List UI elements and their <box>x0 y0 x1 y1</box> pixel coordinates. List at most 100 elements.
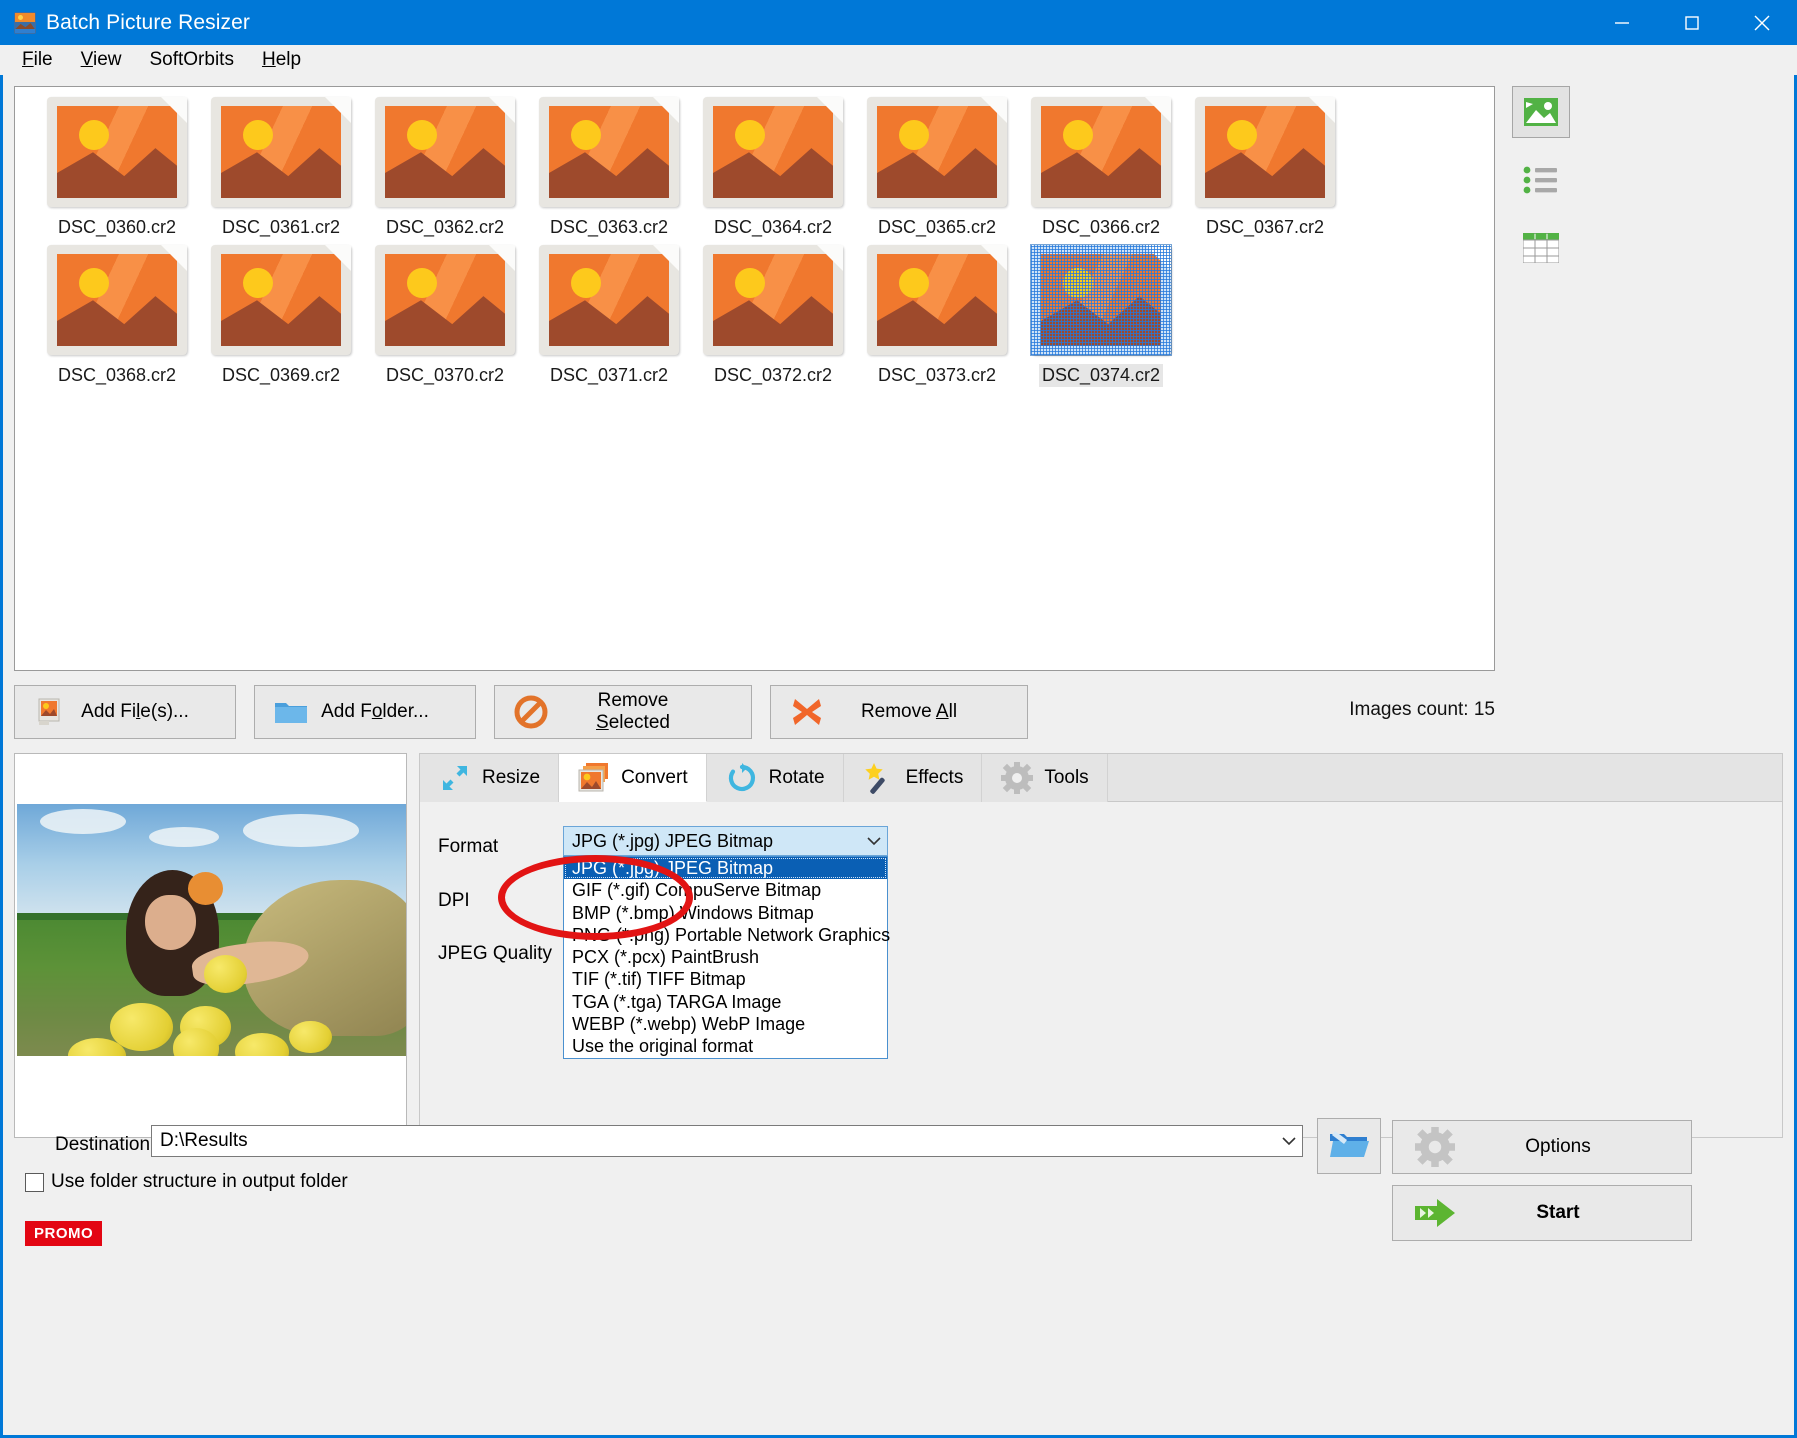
add-files-button[interactable]: Add File(s)... <box>14 685 236 739</box>
add-folder-button[interactable]: Add Folder... <box>254 685 476 739</box>
thumbnail-item[interactable]: DSC_0367.cr2 <box>1183 97 1347 239</box>
promo-badge[interactable]: PROMO <box>25 1221 102 1246</box>
thumbnail-label: DSC_0360.cr2 <box>55 216 179 239</box>
thumbnail-item[interactable]: DSC_0362.cr2 <box>363 97 527 239</box>
thumbnail-item[interactable]: DSC_0371.cr2 <box>527 245 691 387</box>
browse-folder-button[interactable] <box>1317 1118 1381 1174</box>
minimize-button[interactable] <box>1587 0 1657 45</box>
thumbnail-item[interactable]: DSC_0370.cr2 <box>363 245 527 387</box>
thumbnail-label: DSC_0370.cr2 <box>383 364 507 387</box>
thumbnail-label: DSC_0372.cr2 <box>711 364 835 387</box>
tab-effects[interactable]: Effects <box>844 754 983 802</box>
thumbnail-image[interactable] <box>867 97 1007 207</box>
thumbnail-label: DSC_0374.cr2 <box>1039 364 1163 387</box>
format-option[interactable]: GIF (*.gif) CompuServe Bitmap <box>564 879 887 901</box>
thumbnail-item[interactable]: DSC_0365.cr2 <box>855 97 1019 239</box>
thumbnail-image[interactable] <box>1031 97 1171 207</box>
remove-all-label: Remove All <box>835 701 1027 723</box>
thumbnail-item[interactable]: DSC_0363.cr2 <box>527 97 691 239</box>
format-option[interactable]: PNG (*.png) Portable Network Graphics <box>564 924 887 946</box>
menu-help-rest: elp <box>276 49 301 70</box>
menu-view-rest: iew <box>93 49 122 70</box>
tab-tools-label: Tools <box>1044 767 1088 789</box>
start-button[interactable]: Start <box>1392 1185 1692 1241</box>
window-controls <box>1587 0 1797 45</box>
thumbnail-image[interactable] <box>539 245 679 355</box>
thumbnail-image[interactable] <box>47 245 187 355</box>
thumbnail-item[interactable]: DSC_0374.cr2 <box>1019 245 1183 387</box>
menu-item-help[interactable]: Help <box>248 47 315 73</box>
thumbnail-image[interactable] <box>211 245 351 355</box>
thumbnail-image[interactable] <box>703 97 843 207</box>
thumbnail-item[interactable]: DSC_0369.cr2 <box>199 245 363 387</box>
format-dropdown-list[interactable]: JPG (*.jpg) JPEG BitmapGIF (*.gif) Compu… <box>563 856 888 1059</box>
tab-rotate[interactable]: Rotate <box>707 754 844 802</box>
menu-item-softorbits[interactable]: SoftOrbits <box>135 47 247 73</box>
thumbnail-label: DSC_0363.cr2 <box>547 216 671 239</box>
dpi-label: DPI <box>438 890 470 912</box>
menu-item-view[interactable]: View <box>67 47 136 73</box>
menu-bar: File View SoftOrbits Help <box>0 45 1797 75</box>
folder-structure-label: Use folder structure in output folder <box>51 1171 348 1193</box>
thumbnail-image[interactable] <box>211 97 351 207</box>
format-option[interactable]: BMP (*.bmp) Windows Bitmap <box>564 902 887 924</box>
maximize-button[interactable] <box>1657 0 1727 45</box>
tab-tools[interactable]: Tools <box>982 754 1107 802</box>
tab-resize[interactable]: Resize <box>420 754 559 802</box>
thumbnail-label: DSC_0362.cr2 <box>383 216 507 239</box>
thumbnail-image[interactable] <box>1031 245 1171 355</box>
menu-item-file[interactable]: File <box>8 47 67 73</box>
tab-rotate-label: Rotate <box>769 767 825 789</box>
thumbnail-item[interactable]: DSC_0372.cr2 <box>691 245 855 387</box>
thumbnail-item[interactable]: DSC_0360.cr2 <box>35 97 199 239</box>
details-view-button[interactable] <box>1512 222 1570 274</box>
green-arrow-icon <box>1405 1196 1465 1230</box>
format-option[interactable]: JPG (*.jpg) JPEG Bitmap <box>564 857 887 879</box>
thumbnail-image[interactable] <box>539 97 679 207</box>
options-label: Options <box>1465 1136 1691 1158</box>
format-option[interactable]: Use the original format <box>564 1035 887 1057</box>
close-button[interactable] <box>1727 0 1797 45</box>
no-entry-icon <box>503 695 559 729</box>
tab-resize-label: Resize <box>482 767 540 789</box>
remove-selected-button[interactable]: Remove Selected <box>494 685 752 739</box>
thumbnail-image[interactable] <box>375 97 515 207</box>
thumbnail-image[interactable] <box>1195 97 1335 207</box>
menu-file-rest: ile <box>34 49 53 70</box>
thumbnail-item[interactable]: DSC_0366.cr2 <box>1019 97 1183 239</box>
destination-label: Destination <box>55 1134 150 1156</box>
format-option[interactable]: TGA (*.tga) TARGA Image <box>564 991 887 1013</box>
list-view-button[interactable] <box>1512 154 1570 206</box>
remove-all-button[interactable]: Remove All <box>770 685 1028 739</box>
thumbnail-item[interactable]: DSC_0373.cr2 <box>855 245 1019 387</box>
thumbnail-image[interactable] <box>375 245 515 355</box>
thumbnail-item[interactable]: DSC_0364.cr2 <box>691 97 855 239</box>
chevron-down-icon <box>861 836 887 846</box>
view-mode-strip <box>1505 86 1577 274</box>
format-option[interactable]: WEBP (*.webp) WebP Image <box>564 1013 887 1035</box>
open-folder-icon <box>1329 1128 1369 1165</box>
magic-wand-icon <box>862 762 896 794</box>
thumbnail-view-button[interactable] <box>1512 86 1570 138</box>
folder-structure-checkbox-row[interactable]: Use folder structure in output folder <box>25 1171 348 1193</box>
preview-panel <box>14 753 407 1138</box>
thumbnail-image[interactable] <box>703 245 843 355</box>
destination-combobox[interactable]: D:\Results <box>151 1125 1303 1157</box>
remove-selected-label: Remove Selected <box>559 690 751 734</box>
thumbnail-label: DSC_0369.cr2 <box>219 364 343 387</box>
add-folder-label: Add Folder... <box>319 701 475 723</box>
options-button[interactable]: Options <box>1392 1120 1692 1174</box>
thumbnail-image[interactable] <box>47 97 187 207</box>
start-label: Start <box>1465 1202 1691 1224</box>
thumbnail-image[interactable] <box>867 245 1007 355</box>
tab-convert[interactable]: Convert <box>559 754 707 802</box>
thumbnail-item[interactable]: DSC_0361.cr2 <box>199 97 363 239</box>
picture-app-icon <box>14 12 36 34</box>
chevron-down-icon <box>1276 1136 1302 1146</box>
thumbnail-list[interactable]: DSC_0360.cr2 DSC_0361.cr2 DSC_0362.cr2 DSC_… <box>14 86 1495 671</box>
format-option[interactable]: PCX (*.pcx) PaintBrush <box>564 946 887 968</box>
thumbnail-item[interactable]: DSC_0368.cr2 <box>35 245 199 387</box>
format-combobox[interactable]: JPG (*.jpg) JPEG Bitmap <box>563 826 888 856</box>
format-option[interactable]: TIF (*.tif) TIFF Bitmap <box>564 968 887 990</box>
folder-structure-checkbox[interactable] <box>25 1173 44 1192</box>
